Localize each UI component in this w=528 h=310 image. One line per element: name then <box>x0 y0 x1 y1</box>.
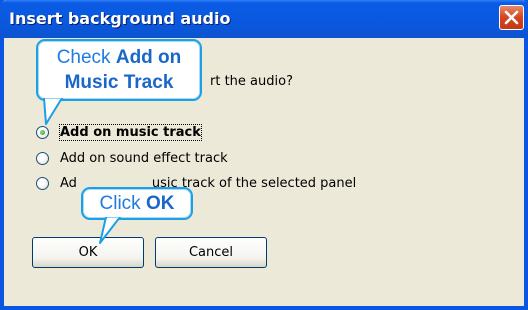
callout-line-1: Check Add on <box>38 45 200 70</box>
window-title: Insert background audio <box>9 9 231 28</box>
callout-check-music-track: Check Add on Music Track <box>36 39 202 101</box>
radio-sound-effect-track[interactable] <box>36 151 49 165</box>
question-text: rt the audio? <box>210 74 293 89</box>
option-label: Add on music track <box>59 123 202 141</box>
callout-text: Check <box>56 47 116 68</box>
callout-line-2: Music Track <box>64 72 174 93</box>
cancel-button[interactable]: Cancel <box>155 237 267 268</box>
radio-music-track[interactable] <box>36 125 49 139</box>
close-button[interactable] <box>499 5 524 30</box>
callout-click-ok: Click OK <box>81 187 193 220</box>
callout-bold-text: Add on <box>115 47 182 68</box>
close-icon <box>504 10 519 25</box>
cancel-label: Cancel <box>188 245 234 260</box>
option-label: Ad <box>60 175 77 191</box>
ok-label: OK <box>78 245 98 260</box>
ok-button[interactable]: OK <box>32 237 144 268</box>
callout-pointer-bottom <box>99 217 121 244</box>
callout-bold-text: OK <box>145 193 175 214</box>
callout-line: Click OK <box>83 191 191 217</box>
radio-selected-panel-track[interactable] <box>36 176 49 190</box>
callout-text: Click <box>99 193 146 214</box>
option-sound-effect-track[interactable]: Add on sound effect track <box>36 149 228 167</box>
callout-pointer-top <box>43 98 63 125</box>
title-bar[interactable]: Insert background audio <box>0 0 528 38</box>
option-label: Add on sound effect track <box>60 150 228 166</box>
